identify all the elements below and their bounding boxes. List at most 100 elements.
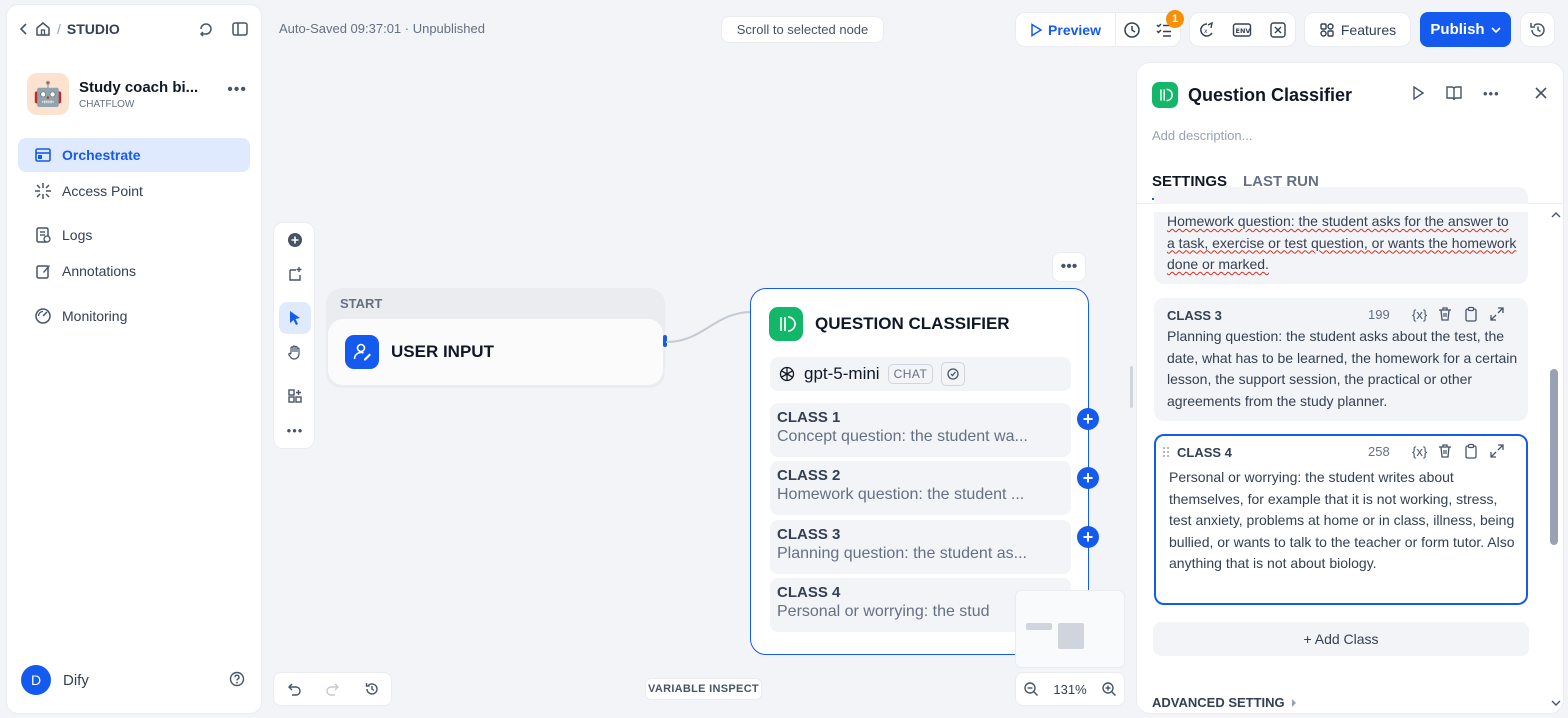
sidebar-item-access-point[interactable]: Access Point — [18, 174, 250, 208]
switch-app-icon[interactable] — [197, 20, 215, 38]
class-item: CLASS 2 Homework question: the student .… — [770, 461, 1071, 515]
drag-handle-icon[interactable] — [1162, 446, 1170, 458]
copy-icon[interactable] — [1463, 443, 1479, 459]
preview-toolbar-group: Preview — [1015, 12, 1181, 47]
preview-button[interactable]: Preview — [1016, 12, 1116, 47]
svg-text:x: x — [1204, 28, 1208, 35]
workflow-history-icon[interactable] — [364, 681, 380, 697]
breadcrumb-studio[interactable]: STUDIO — [67, 21, 120, 37]
class-4-char-count: 258 — [1368, 444, 1390, 459]
sidebar-item-monitoring[interactable]: Monitoring — [18, 299, 250, 333]
close-icon[interactable] — [1534, 86, 1548, 100]
system-vars-icon[interactable] — [1269, 21, 1287, 39]
autosave-status: Auto-Saved 09:37:01 · Unpublished — [279, 21, 485, 36]
node-settings-panel: Question Classifier ••• Add description.… — [1136, 62, 1564, 714]
class-4-name: CLASS 4 — [1177, 445, 1232, 460]
description-input[interactable]: Add description... — [1152, 128, 1252, 143]
logs-icon — [34, 226, 52, 244]
publish-label: Publish — [1430, 21, 1485, 38]
class-preview: Planning question: the student as... — [777, 545, 1027, 562]
app-mode: CHATFLOW — [79, 98, 135, 110]
scrollbar-thumb[interactable] — [1550, 369, 1558, 545]
collapse-sidebar-icon[interactable] — [231, 20, 249, 38]
user-account[interactable]: D Dify — [21, 665, 249, 695]
hand-tool[interactable] — [279, 336, 311, 368]
question-classifier-icon — [769, 307, 803, 341]
sidebar-item-annotations[interactable]: Annotations — [18, 254, 250, 288]
zoom-level[interactable]: 131% — [1053, 682, 1086, 697]
scroll-down-icon[interactable] — [1551, 699, 1561, 707]
conversation-vars-icon[interactable]: x — [1198, 21, 1216, 39]
panel-resize-handle[interactable] — [1130, 366, 1133, 408]
add-circle-icon — [287, 232, 303, 248]
class-4-textarea[interactable]: Personal or worrying: the student writes… — [1169, 467, 1519, 575]
advanced-setting-label: ADVANCED SETTING — [1152, 695, 1285, 710]
copy-icon[interactable] — [1463, 306, 1479, 322]
user-name: Dify — [63, 671, 89, 689]
expand-icon[interactable] — [1489, 443, 1505, 459]
add-branch-button[interactable]: + — [1077, 467, 1099, 489]
scroll-up-icon[interactable] — [1551, 211, 1561, 219]
app-info-card[interactable]: 🤖 Study coach bi... CHATFLOW ••• — [27, 73, 247, 115]
run-node-icon[interactable] — [1411, 85, 1425, 101]
zoom-in-icon[interactable] — [1101, 681, 1117, 697]
expand-icon[interactable] — [1489, 306, 1505, 322]
advanced-setting-toggle[interactable]: ADVANCED SETTING — [1152, 695, 1297, 710]
class-3-char-count: 199 — [1368, 307, 1390, 322]
organize-tool[interactable] — [279, 380, 311, 412]
help-docs-icon[interactable] — [1445, 85, 1463, 101]
add-branch-button[interactable]: + — [1077, 408, 1099, 430]
more-horizontal-icon[interactable]: ••• — [1483, 86, 1500, 101]
node-more-button[interactable]: ••• — [1052, 252, 1086, 282]
class-2-textarea[interactable]: Homework question: the student asks for … — [1167, 211, 1519, 276]
zoom-out-icon[interactable] — [1023, 681, 1039, 697]
breadcrumb-separator: / — [57, 21, 61, 37]
scroll-to-selected-node-button[interactable]: Scroll to selected node — [721, 16, 884, 43]
more-tool[interactable]: ••• — [279, 414, 311, 446]
sidebar-item-logs[interactable]: Logs — [18, 218, 250, 252]
insert-variable-icon[interactable]: {x} — [1412, 307, 1427, 322]
add-class-button[interactable]: + Add Class — [1153, 622, 1529, 656]
insert-variable-icon[interactable]: {x} — [1412, 444, 1427, 459]
model-mode-tag: CHAT — [887, 364, 934, 384]
caret-right-icon — [1291, 698, 1297, 707]
start-node[interactable]: START USER INPUT — [326, 288, 667, 388]
organize-blocks-icon — [287, 388, 303, 404]
env-vars-icon[interactable]: ENV — [1232, 21, 1252, 39]
chevron-down-icon — [1491, 26, 1501, 34]
features-button[interactable]: Features — [1304, 12, 1411, 47]
class-3-textarea[interactable]: Planning question: the student asks abou… — [1167, 326, 1519, 412]
monitoring-icon — [34, 307, 52, 325]
hand-icon — [287, 344, 303, 360]
delete-icon[interactable] — [1437, 306, 1453, 322]
app-more-icon[interactable]: ••• — [227, 81, 247, 99]
publish-button[interactable]: Publish — [1420, 12, 1511, 47]
undo-icon[interactable] — [286, 681, 302, 697]
panel-title[interactable]: Question Classifier — [1188, 85, 1352, 106]
help-icon[interactable] — [229, 671, 245, 687]
user-input-title: USER INPUT — [391, 342, 494, 361]
scroll-mask — [1137, 204, 1547, 212]
model-settings-icon[interactable] — [941, 362, 966, 386]
class-card-3: CLASS 3 199 {x} Planning question: the s… — [1154, 298, 1528, 421]
add-note-tool[interactable] — [279, 258, 311, 290]
minimap[interactable] — [1015, 590, 1125, 668]
class-item: CLASS 3 Planning question: the student a… — [770, 520, 1071, 574]
user-input-icon — [345, 335, 379, 369]
sidebar-item-orchestrate[interactable]: Orchestrate — [18, 138, 250, 172]
home-icon[interactable] — [35, 21, 51, 37]
chevron-left-icon[interactable] — [19, 22, 29, 36]
version-history-button[interactable] — [1520, 12, 1555, 47]
model-selector[interactable]: gpt-5-mini CHAT — [770, 357, 1071, 391]
run-history-button[interactable] — [1116, 12, 1148, 47]
variable-inspect-button[interactable]: VARIABLE INSPECT — [645, 678, 762, 700]
class-preview: Concept question: the student wa... — [777, 428, 1028, 445]
add-node-tool[interactable] — [279, 224, 311, 256]
add-branch-button[interactable]: + — [1077, 526, 1099, 548]
redo-icon[interactable] — [325, 681, 341, 697]
pointer-tool[interactable] — [279, 302, 311, 334]
sidebar-item-label: Monitoring — [62, 308, 128, 324]
delete-icon[interactable] — [1437, 443, 1453, 459]
undo-redo-controls — [273, 672, 392, 706]
more-horizontal-icon: ••• — [286, 422, 304, 438]
